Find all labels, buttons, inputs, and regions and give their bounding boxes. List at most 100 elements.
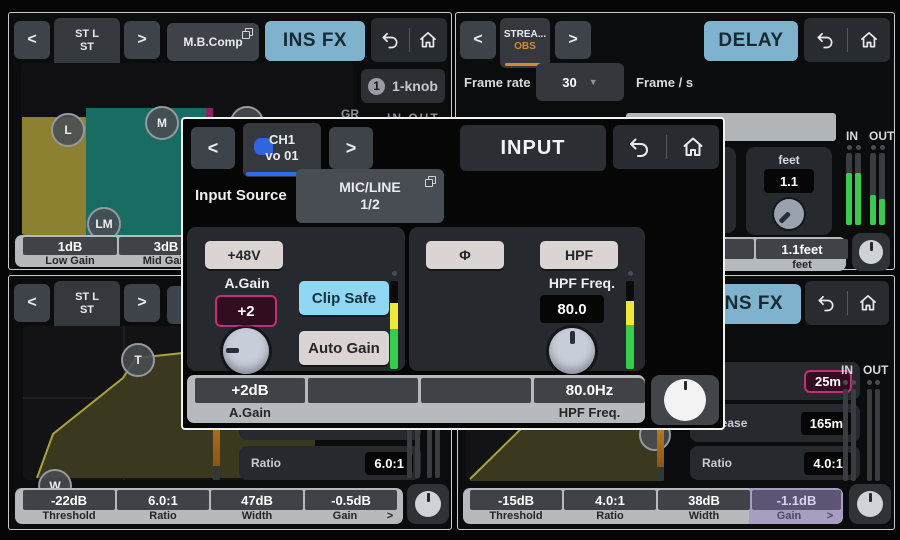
undo-icon xyxy=(380,30,400,50)
mixer-screen: < ST L ST > M.B.Comp INS FX L M xyxy=(0,0,900,540)
strip-page-chevron[interactable]: > xyxy=(383,509,397,523)
peak-dot xyxy=(871,145,876,150)
channel-name-line1: STREA... xyxy=(504,29,546,41)
touch-knob-button[interactable] xyxy=(651,375,719,425)
param-cell-label: Gain xyxy=(752,510,826,522)
input-popup: < CH1 vo 01 > INPUT Input Source MIC/LIN… xyxy=(181,117,725,430)
in-meter-label: IN xyxy=(846,129,858,143)
nav-box xyxy=(805,281,889,325)
next-channel-button[interactable]: > xyxy=(124,284,160,322)
undo-icon xyxy=(815,30,835,50)
feet-subpanel: feet 1.1 xyxy=(746,147,832,235)
in-meter-label: IN xyxy=(841,363,853,377)
param-cell-label: Ratio xyxy=(564,510,656,522)
again-level-meter xyxy=(390,281,398,369)
home-button[interactable] xyxy=(848,281,890,325)
channel-select-button[interactable]: ST L ST xyxy=(54,18,120,68)
home-icon xyxy=(681,135,705,159)
knob-icon xyxy=(857,491,883,517)
param-cell[interactable]: -15dB xyxy=(470,490,562,510)
band-handle-low[interactable]: L xyxy=(51,113,85,147)
frame-rate-dropdown[interactable]: 30 ▼ xyxy=(536,63,624,101)
param-cell[interactable]: -22dB xyxy=(23,490,115,510)
out-meter-bar xyxy=(867,389,872,481)
touch-knob-button[interactable] xyxy=(849,484,891,524)
out-meter-bar xyxy=(870,153,876,225)
ratio-value[interactable]: 6.0:1 xyxy=(365,452,413,475)
out-meter-label: OUT xyxy=(863,363,888,377)
ratio-row[interactable]: Ratio 6.0:1 xyxy=(239,446,421,480)
phantom-48v-button[interactable]: +48V xyxy=(205,241,283,269)
knob-icon xyxy=(859,240,883,264)
next-channel-button[interactable]: > xyxy=(124,21,160,59)
out-meter-label: OUT xyxy=(869,129,894,143)
threshold-handle[interactable]: T xyxy=(121,343,155,377)
peak-dot xyxy=(875,380,880,385)
ratio-label: Ratio xyxy=(251,456,281,470)
param-cell-label: A.Gain xyxy=(195,405,305,420)
touch-knob-button[interactable] xyxy=(852,233,890,271)
param-cell[interactable]: -0.5dB xyxy=(305,490,397,510)
peak-dot xyxy=(847,145,852,150)
param-cell[interactable]: -1.1dB xyxy=(752,490,841,510)
peak-dot xyxy=(856,145,861,150)
page-title: DELAY xyxy=(704,21,798,61)
ratio-row[interactable]: Ratio 4.0:1 xyxy=(690,446,860,480)
back-button[interactable] xyxy=(805,281,847,325)
undo-icon xyxy=(627,135,651,159)
prev-channel-button[interactable]: < xyxy=(460,21,496,59)
nav-box xyxy=(371,18,447,62)
back-button[interactable] xyxy=(804,18,847,62)
ratio-label: Ratio xyxy=(702,456,732,470)
input-source-button[interactable]: MIC/LINE 1/2 xyxy=(296,169,444,223)
param-cell[interactable]: 1.1feet xyxy=(756,239,848,259)
band-handle-mid[interactable]: M xyxy=(145,106,179,140)
feet-value[interactable]: 1.1 xyxy=(764,169,814,193)
param-cell[interactable]: +2dB xyxy=(195,378,305,403)
frame-rate-label: Frame rate xyxy=(464,75,530,90)
next-channel-button[interactable]: > xyxy=(555,21,591,59)
param-cell[interactable]: 47dB xyxy=(211,490,303,510)
channel-name-line2: vo 01 xyxy=(265,148,298,164)
peak-dot xyxy=(628,271,633,276)
fx-slot-button[interactable]: M.B.Comp xyxy=(167,23,259,61)
back-button[interactable] xyxy=(613,125,666,169)
auto-gain-button[interactable]: Auto Gain xyxy=(299,331,389,365)
home-button[interactable] xyxy=(848,18,891,62)
param-cell[interactable]: 6.0:1 xyxy=(117,490,209,510)
param-cell[interactable]: 38dB xyxy=(658,490,750,510)
param-cell[interactable]: 80.0Hz xyxy=(534,378,645,403)
knob-pointer xyxy=(223,328,269,374)
phase-button[interactable]: Φ xyxy=(426,241,504,269)
input-source-line1: MIC/LINE xyxy=(339,179,400,197)
hpf-button[interactable]: HPF xyxy=(540,241,618,269)
param-cell[interactable]: 1dB xyxy=(23,237,117,255)
hpf-freq-knob[interactable] xyxy=(549,328,595,374)
param-cell[interactable] xyxy=(421,378,531,403)
next-channel-button[interactable]: > xyxy=(329,127,373,169)
param-cell[interactable] xyxy=(308,378,418,403)
channel-select-button[interactable]: STREA... OBS xyxy=(500,18,550,68)
clip-safe-button[interactable]: Clip Safe xyxy=(299,281,389,315)
param-cell-label: Threshold xyxy=(470,510,562,522)
home-button[interactable] xyxy=(667,125,720,169)
home-button[interactable] xyxy=(410,18,448,62)
strip-page-chevron[interactable]: > xyxy=(823,509,837,523)
input-source-label: Input Source xyxy=(195,187,287,204)
again-value[interactable]: +2 xyxy=(215,295,277,327)
hpf-freq-value[interactable]: 80.0 xyxy=(540,295,604,323)
prev-channel-button[interactable]: < xyxy=(14,284,50,322)
one-knob-button[interactable]: 1 1-knob xyxy=(361,69,445,103)
touch-knob-button[interactable] xyxy=(407,484,449,524)
again-knob[interactable] xyxy=(223,328,269,374)
again-label: A.Gain xyxy=(205,275,289,291)
prev-channel-button[interactable]: < xyxy=(14,21,50,59)
home-icon xyxy=(859,30,879,50)
feet-knob[interactable] xyxy=(774,199,804,229)
prev-channel-button[interactable]: < xyxy=(191,127,235,169)
param-cell-label: Width xyxy=(658,510,750,522)
channel-select-button[interactable]: ST L ST xyxy=(54,281,120,331)
param-strip: +2dB 80.0Hz A.Gain HPF Freq. xyxy=(187,375,645,423)
param-cell[interactable]: 4.0:1 xyxy=(564,490,656,510)
back-button[interactable] xyxy=(371,18,409,62)
